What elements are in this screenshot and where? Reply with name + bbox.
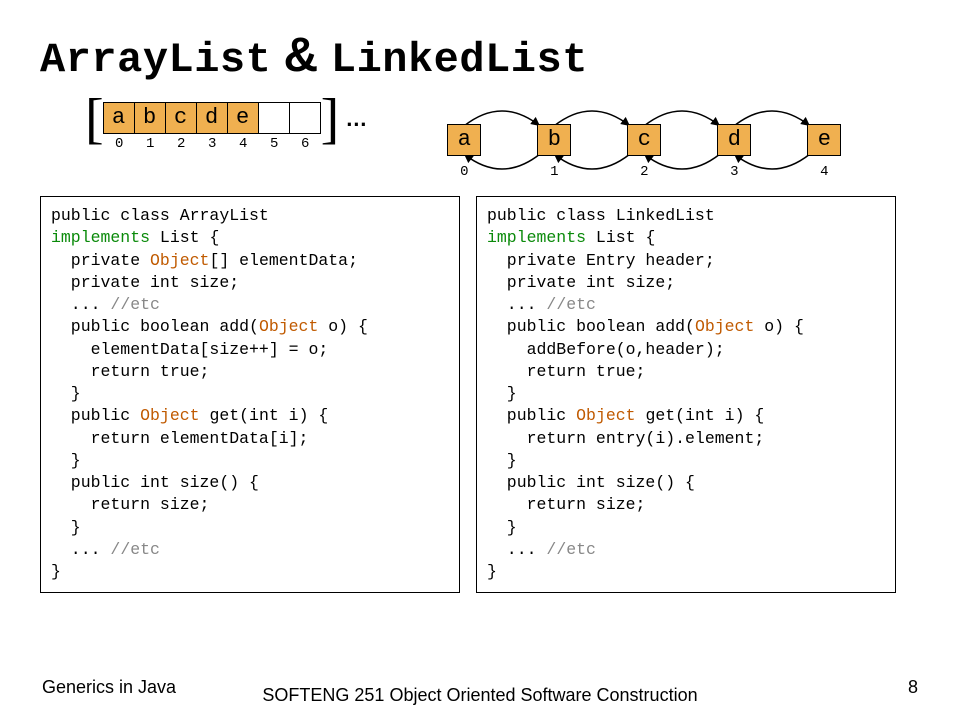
array-cell-value: d bbox=[196, 102, 228, 134]
arraylist-diagram: [ a0b1c2d3e456 ] … bbox=[85, 102, 367, 152]
footer-page-number: 8 bbox=[908, 677, 918, 698]
array-cell-value: b bbox=[134, 102, 166, 134]
array-cell-index: 6 bbox=[290, 136, 321, 152]
linked-node: e bbox=[807, 124, 841, 156]
array-cell: b1 bbox=[135, 102, 166, 152]
array-cell-index: 0 bbox=[104, 136, 135, 152]
title-left: ArrayList bbox=[40, 36, 271, 84]
array-cell-index: 1 bbox=[135, 136, 166, 152]
array-cell-value: e bbox=[227, 102, 259, 134]
array-cell-index: 3 bbox=[197, 136, 228, 152]
array-cell: 5 bbox=[259, 102, 290, 152]
array-cell: c2 bbox=[166, 102, 197, 152]
array-cell: a0 bbox=[104, 102, 135, 152]
array-cell: d3 bbox=[197, 102, 228, 152]
bracket-right-icon: ] bbox=[321, 99, 340, 139]
array-cell-value: c bbox=[165, 102, 197, 134]
arraylist-code: public class ArrayList implements List {… bbox=[40, 196, 460, 593]
array-cell-index: 2 bbox=[166, 136, 197, 152]
slide-title: ArrayList & LinkedList bbox=[40, 28, 920, 84]
linkedlist-diagram: a 0 b 1 c 2 d 3 e 4 bbox=[427, 102, 847, 182]
linked-node: a bbox=[447, 124, 481, 156]
linked-node: c bbox=[627, 124, 661, 156]
array-cell: e4 bbox=[228, 102, 259, 152]
array-cell: 6 bbox=[290, 102, 321, 152]
title-right: LinkedList bbox=[331, 36, 588, 84]
array-cells: a0b1c2d3e456 bbox=[104, 102, 321, 152]
slide: ArrayList & LinkedList [ a0b1c2d3e456 ] … bbox=[0, 0, 960, 720]
bracket-left-icon: [ bbox=[85, 99, 104, 139]
title-ampersand: & bbox=[284, 29, 319, 82]
linked-node-index: 1 bbox=[537, 164, 571, 180]
code-row: public class ArrayList implements List {… bbox=[40, 196, 920, 593]
linked-node-index: 4 bbox=[807, 164, 841, 180]
diagrams-row: [ a0b1c2d3e456 ] … bbox=[40, 102, 920, 182]
array-cell-value bbox=[289, 102, 321, 134]
array-ellipsis: … bbox=[345, 106, 367, 132]
footer-course: SOFTENG 251 Object Oriented Software Con… bbox=[0, 685, 960, 706]
linked-node-index: 2 bbox=[627, 164, 661, 180]
linked-node-index: 0 bbox=[447, 164, 481, 180]
linkedlist-code: public class LinkedList implements List … bbox=[476, 196, 896, 593]
array-cell-value bbox=[258, 102, 290, 134]
array-cell-value: a bbox=[103, 102, 135, 134]
linked-node-index: 3 bbox=[717, 164, 751, 180]
array-cell-index: 4 bbox=[228, 136, 259, 152]
linked-node: b bbox=[537, 124, 571, 156]
array-cell-index: 5 bbox=[259, 136, 290, 152]
linked-node: d bbox=[717, 124, 751, 156]
